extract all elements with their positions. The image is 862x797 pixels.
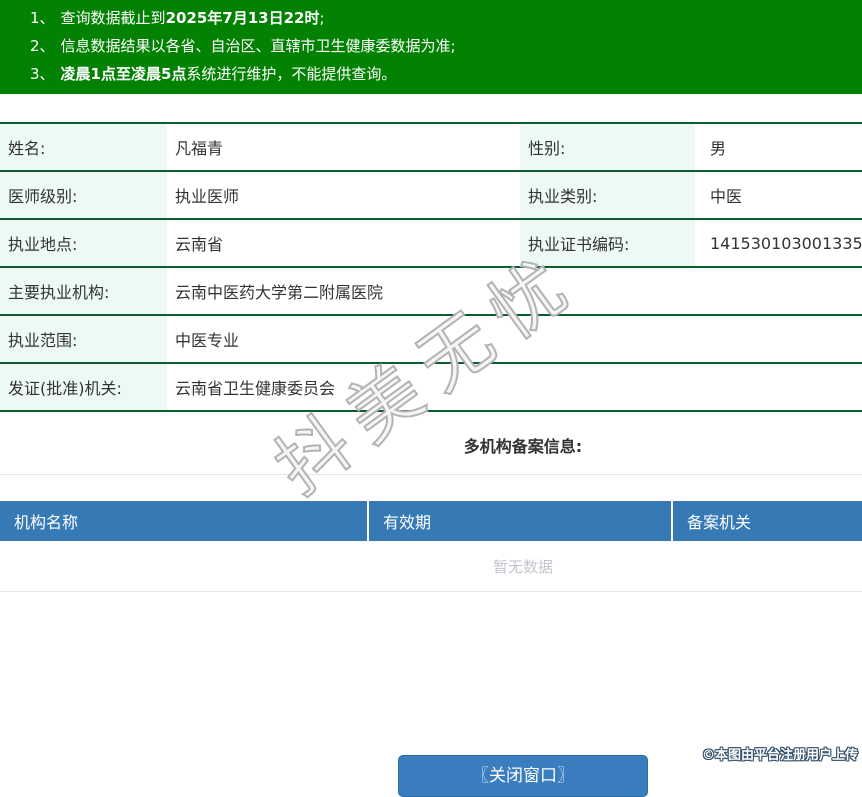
multi-org-table: 机构名称 有效期 备案机关 <box>0 501 862 541</box>
table-row: 姓名: 凡福青 性别: 男 <box>0 123 862 172</box>
location-value: 云南省 <box>167 219 520 268</box>
notice-item-3: 3、 凌晨1点至凌晨5点系统进行维护，不能提供查询。 <box>0 60 862 88</box>
notice-list: 1、 查询数据截止到2025年7月13日22时; 2、 信息数据结果以各省、自治区、… <box>0 4 862 88</box>
column-header-validity: 有效期 <box>367 501 672 541</box>
notice-item-1: 1、 查询数据截止到2025年7月13日22时; <box>0 4 862 32</box>
no-data-placeholder: 暂无数据 <box>0 541 862 592</box>
notice-text: 信息数据结果以各省、自治区、直辖市卫生健康委数据为准; <box>60 37 456 55</box>
notice-number: 3、 <box>30 65 55 83</box>
authority-label: 发证(批准)机关: <box>0 363 167 412</box>
notice-text-bold: 凌晨1点至凌晨5点 <box>60 65 187 83</box>
divider <box>0 474 862 475</box>
scope-label: 执业范围: <box>0 315 167 364</box>
notice-text: ; <box>319 9 325 27</box>
name-value: 凡福青 <box>167 123 520 172</box>
column-header-org-name: 机构名称 <box>0 501 368 541</box>
table-row: 主要执业机构: 云南中医药大学第二附属医院 <box>0 267 862 316</box>
column-header-authority: 备案机关 <box>671 501 862 541</box>
organization-value: 云南中医药大学第二附属医院 <box>167 267 862 316</box>
level-label: 医师级别: <box>0 171 167 220</box>
scope-value: 中医专业 <box>167 315 862 364</box>
notice-bar: 1、 查询数据截止到2025年7月13日22时; 2、 信息数据结果以各省、自治区、… <box>0 0 862 94</box>
notice-item-2: 2、 信息数据结果以各省、自治区、直辖市卫生健康委数据为准; <box>0 32 862 60</box>
multi-org-section-title: 多机构备案信息: <box>463 437 583 456</box>
table-row: 执业地点: 云南省 执业证书编码: 141530103001335 <box>0 219 862 268</box>
notice-text: 查询数据截止到 <box>60 9 166 27</box>
notice-number: 2、 <box>30 37 55 55</box>
multi-org-header-row: 机构名称 有效期 备案机关 <box>0 501 862 541</box>
photo-credit-watermark: ©本图由平台注册用户上传 <box>701 748 858 763</box>
table-row: 执业范围: 中医专业 <box>0 315 862 364</box>
gender-label: 性别: <box>520 123 695 172</box>
notice-text: 系统进行维护，不能提供查询。 <box>186 65 397 83</box>
level-value: 执业医师 <box>167 171 520 220</box>
name-label: 姓名: <box>0 123 167 172</box>
category-label: 执业类别: <box>520 171 695 220</box>
table-row: 医师级别: 执业医师 执业类别: 中医 <box>0 171 862 220</box>
close-window-button[interactable]: 〖关闭窗口〗 <box>398 755 648 797</box>
table-row: 发证(批准)机关: 云南省卫生健康委员会 <box>0 363 862 412</box>
doctor-info-table: 姓名: 凡福青 性别: 男 医师级别: 执业医师 执业类别: 中医 执业地点: … <box>0 122 862 412</box>
notice-text-bold: 2025年7月13日22时 <box>165 9 320 27</box>
certificate-label: 执业证书编码: <box>520 219 695 268</box>
authority-value: 云南省卫生健康委员会 <box>167 363 862 412</box>
location-label: 执业地点: <box>0 219 167 268</box>
notice-number: 1、 <box>30 9 55 27</box>
gender-value: 男 <box>695 123 862 172</box>
category-value: 中医 <box>695 171 862 220</box>
certificate-value: 141530103001335 <box>695 219 862 268</box>
organization-label: 主要执业机构: <box>0 267 167 316</box>
query-result-page: 1、 查询数据截止到2025年7月13日22时; 2、 信息数据结果以各省、自治区、… <box>0 0 862 797</box>
